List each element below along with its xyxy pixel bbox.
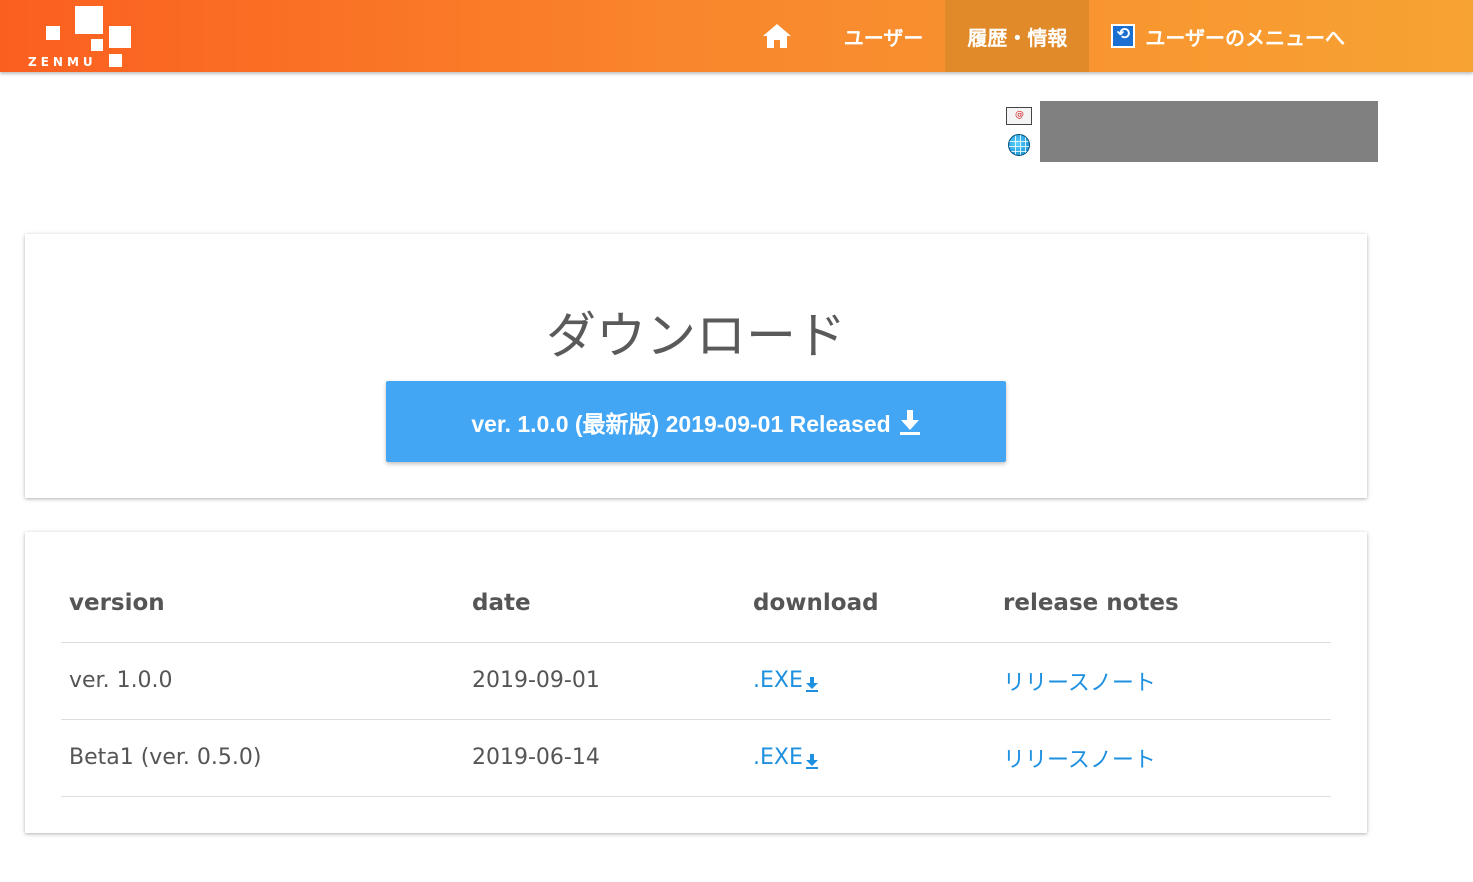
nav-home[interactable] <box>732 0 822 72</box>
download-icon <box>899 409 920 435</box>
row-download: .EXE <box>745 642 995 720</box>
header-date: date <box>464 565 745 643</box>
nav-history-info[interactable]: 履歴・情報 <box>945 0 1090 72</box>
header-download: download <box>745 565 995 643</box>
top-header: ZENMU ユーザー 履歴・情報 ⟲ ユーザーのメニューへ <box>0 0 1473 72</box>
logo-square <box>109 26 131 48</box>
exe-download-label: .EXE <box>753 668 803 693</box>
nav-users[interactable]: ユーザー <box>822 0 946 72</box>
logo-text: ZENMU <box>28 55 97 69</box>
row-date: 2019-09-01 <box>464 642 745 720</box>
row-notes: リリースノート <box>995 642 1331 720</box>
logo-square <box>75 6 103 34</box>
refresh-icon: ⟲ <box>1111 24 1136 48</box>
row-version: ver. 1.0.0 <box>61 642 464 720</box>
exe-download-label: .EXE <box>753 745 803 770</box>
row-date: 2019-06-14 <box>464 719 745 797</box>
download-card: ダウンロード ver. 1.0.0 (最新版) 2019-09-01 Relea… <box>25 234 1367 498</box>
header-version: version <box>61 565 464 643</box>
logo-square <box>46 26 60 40</box>
logo-square <box>109 54 122 67</box>
row-notes: リリースノート <box>995 719 1331 797</box>
redacted-contact-info <box>1040 101 1378 162</box>
main-nav: ユーザー 履歴・情報 ⟲ ユーザーのメニューへ <box>732 0 1473 72</box>
release-notes-link[interactable]: リリースノート <box>1003 671 1156 696</box>
zenmu-logo[interactable]: ZENMU <box>28 6 138 69</box>
latest-download-label: ver. 1.0.0 (最新版) 2019-09-01 Released <box>471 410 891 437</box>
logo-square <box>91 39 103 51</box>
exe-download-link[interactable]: .EXE <box>753 668 819 693</box>
download-icon <box>805 754 818 769</box>
table-row: Beta1 (ver. 0.5.0) 2019-06-14 .EXE リリースノ… <box>61 719 1331 797</box>
release-history-card: version date download release notes ver.… <box>25 532 1367 833</box>
latest-download-button[interactable]: ver. 1.0.0 (最新版) 2019-09-01 Released <box>386 381 1006 462</box>
contact-icons <box>1006 107 1034 156</box>
page-title: ダウンロード <box>546 307 846 365</box>
header-release-notes: release notes <box>995 565 1331 643</box>
mail-icon[interactable] <box>1006 107 1032 125</box>
globe-icon[interactable] <box>1008 134 1030 156</box>
exe-download-link[interactable]: .EXE <box>753 745 819 770</box>
row-download: .EXE <box>745 719 995 797</box>
release-table: version date download release notes ver.… <box>61 565 1331 797</box>
download-icon <box>805 677 818 692</box>
table-row: ver. 1.0.0 2019-09-01 .EXE リリースノート <box>61 642 1331 720</box>
nav-user-menu-label: ユーザーのメニューへ <box>1145 25 1345 50</box>
row-version: Beta1 (ver. 0.5.0) <box>61 719 464 797</box>
table-header-row: version date download release notes <box>61 565 1331 643</box>
release-notes-link[interactable]: リリースノート <box>1003 748 1156 773</box>
home-icon <box>762 24 791 48</box>
nav-user-menu[interactable]: ⟲ ユーザーのメニューへ <box>1089 0 1473 72</box>
